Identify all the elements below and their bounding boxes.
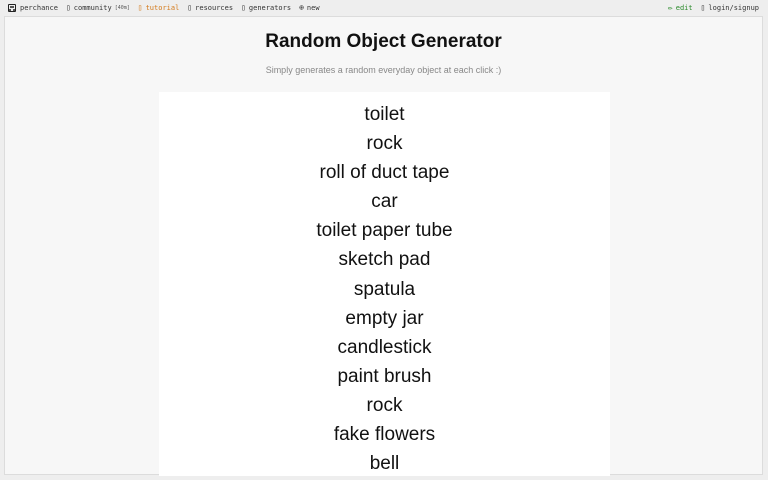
nav-community[interactable]: ▯ community [40m] <box>65 3 130 13</box>
nav-perchance[interactable]: perchance <box>8 4 58 12</box>
result-item: fake flowers <box>333 424 436 446</box>
community-badge: [40m] <box>114 5 130 11</box>
nav-right: ✏ edit ▯ login/signup <box>667 3 768 13</box>
list-icon: ▯ <box>241 3 246 12</box>
nav-left: perchance ▯ community [40m] ▯ tutorial ▯… <box>0 4 328 12</box>
result-item: bell <box>369 453 400 475</box>
page-subtitle: Simply generates a random everyday objec… <box>265 65 502 75</box>
nav-login[interactable]: ▯ login/signup <box>700 3 759 13</box>
nav-edit-label: edit <box>675 4 693 12</box>
result-item: spatula <box>353 278 416 300</box>
pencil-icon: ✏ <box>667 3 673 12</box>
plus-circle-icon: ⊕ <box>299 3 304 12</box>
nav-new-label: new <box>306 4 320 12</box>
nav-resources[interactable]: ▯ resources <box>187 3 234 13</box>
page-title: Random Object Generator <box>265 31 502 52</box>
generator-panel: Random Object Generator Simply generates… <box>4 16 763 476</box>
dice-icon <box>8 4 16 12</box>
nav-perchance-label: perchance <box>20 4 58 12</box>
result-item: sketch pad <box>338 249 431 271</box>
result-item: rock <box>366 133 403 155</box>
book-icon: ▯ <box>137 3 143 12</box>
result-item: empty jar <box>345 307 424 329</box>
nav-login-label: login/signup <box>708 4 759 12</box>
nav-resources-label: resources <box>195 4 234 12</box>
result-item: car <box>371 191 398 213</box>
nav-community-label: community <box>73 4 112 12</box>
result-item: rock <box>366 394 403 416</box>
top-nav-bar: perchance ▯ community [40m] ▯ tutorial ▯… <box>0 0 768 16</box>
result-item: toilet <box>364 104 405 125</box>
chat-icon: ▯ <box>65 3 71 12</box>
output-box[interactable]: toilet rock roll of duct tape car toilet… <box>159 92 610 476</box>
user-icon: ▯ <box>700 3 706 12</box>
nav-tutorial-label: tutorial <box>145 4 180 12</box>
results-list: toilet rock roll of duct tape car toilet… <box>159 92 610 476</box>
nav-generators-label: generators <box>248 4 292 12</box>
result-item: paint brush <box>337 365 432 387</box>
nav-new[interactable]: ⊕ new <box>299 3 320 13</box>
nav-generators[interactable]: ▯ generators <box>241 3 292 13</box>
nav-edit[interactable]: ✏ edit <box>667 3 693 13</box>
box-icon: ▯ <box>187 3 193 12</box>
result-item: roll of duct tape <box>319 162 450 184</box>
result-item: toilet paper tube <box>316 220 453 242</box>
nav-tutorial[interactable]: ▯ tutorial <box>137 3 180 13</box>
result-item: candlestick <box>337 336 432 358</box>
